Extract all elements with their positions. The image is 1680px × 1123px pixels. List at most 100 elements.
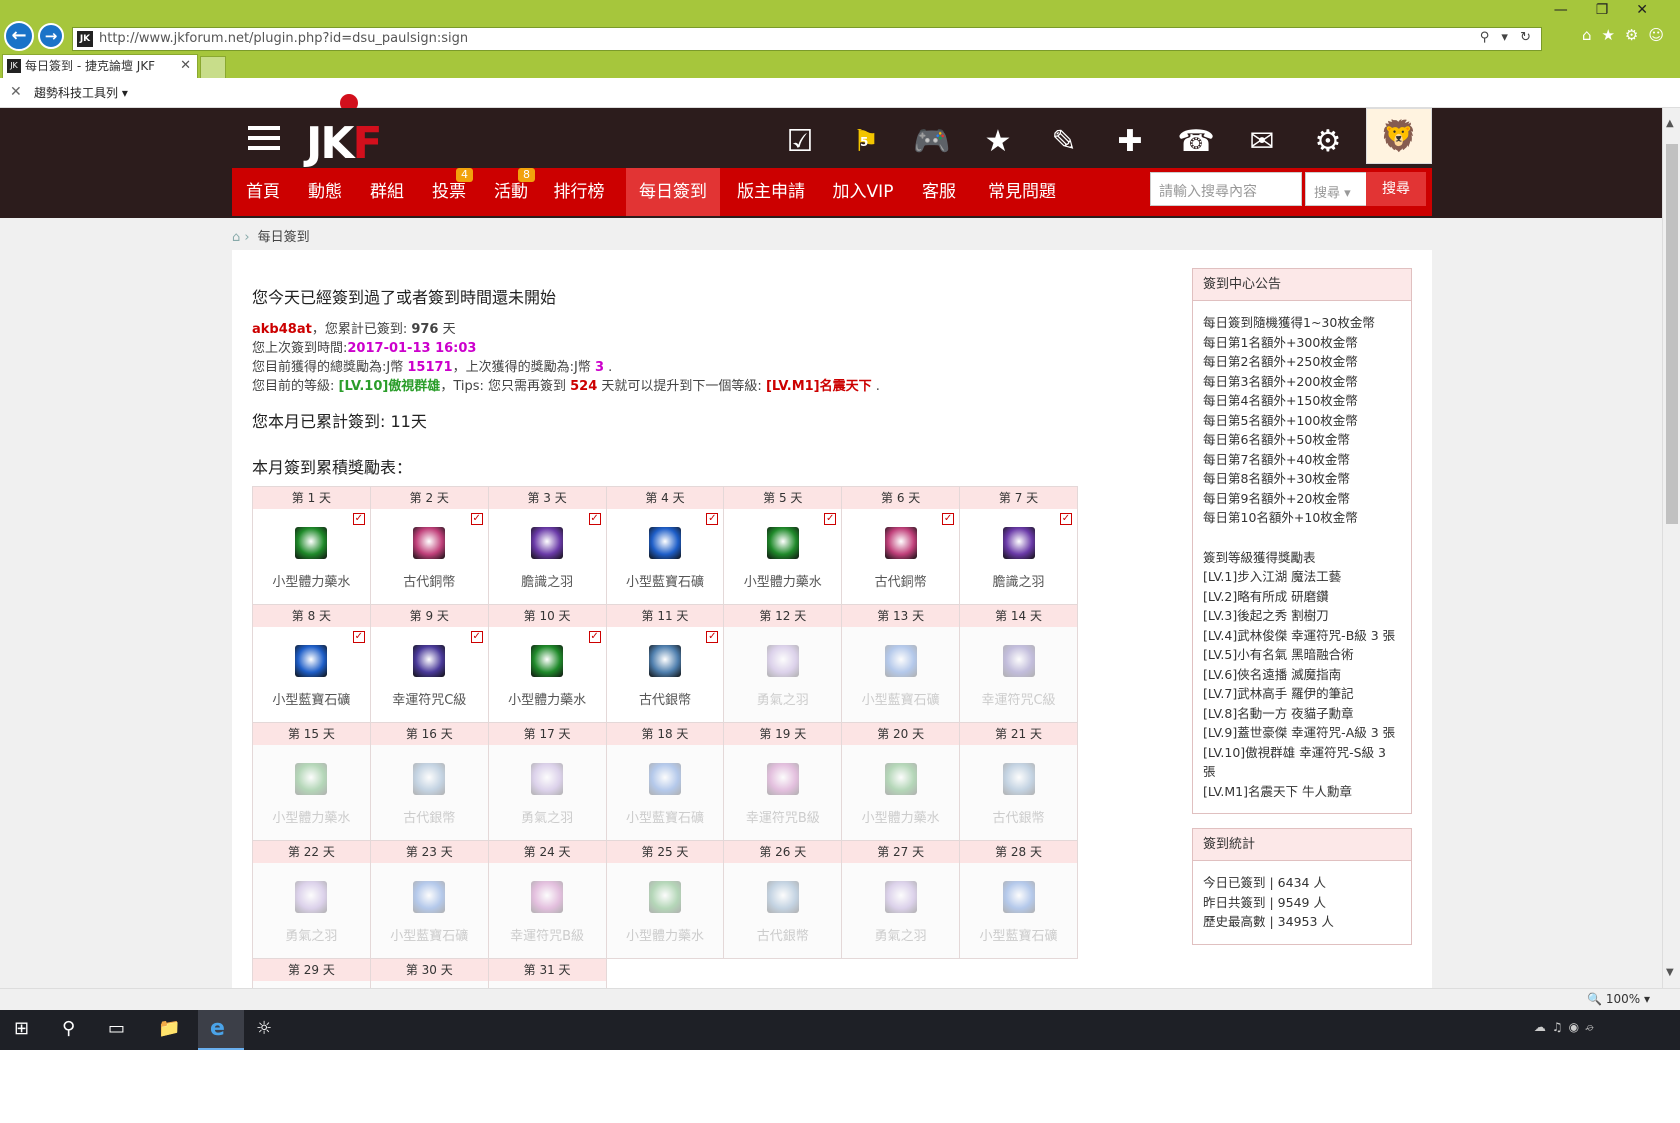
calendar-day: 第 18 天小型藍寶石礦 bbox=[605, 722, 725, 841]
notice-line: 每日簽到隨機獲得1~30枚金幣 bbox=[1203, 315, 1375, 330]
nav-groups[interactable]: 群組 bbox=[356, 168, 418, 216]
calendar-day-label: 第 27 天 bbox=[842, 841, 960, 863]
status-title: 您今天已經簽到過了或者簽到時間還未開始 bbox=[252, 288, 557, 307]
calendar-day-label: 第 29 天 bbox=[253, 959, 370, 981]
gear-icon[interactable]: ⚙ bbox=[1308, 122, 1348, 162]
calendar-day: 第 28 天小型藍寶石礦 bbox=[959, 840, 1078, 959]
add-friend-icon[interactable]: ✚ bbox=[1110, 122, 1150, 162]
nav-support[interactable]: 客服 bbox=[908, 168, 970, 216]
hamburger-menu-icon[interactable] bbox=[248, 126, 280, 152]
url-search-refresh-icon[interactable]: ⚲ ▾ ↻ bbox=[1480, 30, 1535, 45]
trend-micro-toolbar[interactable]: 趨勢科技工具列 ▾ bbox=[34, 84, 358, 112]
reward-item-icon bbox=[884, 881, 917, 913]
calendar-day: 第 22 天勇氣之羽 bbox=[252, 840, 371, 959]
reward-item-icon bbox=[766, 527, 799, 559]
level-reward-line: [LV.7]武林高手 羅伊的筆記 bbox=[1203, 686, 1354, 701]
flag-icon[interactable]: ⚑ 5 bbox=[846, 122, 886, 162]
bell-icon[interactable]: ☎ bbox=[1176, 122, 1216, 162]
home-star-gear-smile-icon[interactable]: ⌂★⚙☺ bbox=[1582, 26, 1674, 44]
reward-item-icon bbox=[1002, 527, 1035, 559]
reward-item-name: 勇氣之羽 bbox=[756, 693, 809, 708]
nav-vip[interactable]: 加入VIP bbox=[818, 168, 908, 216]
notice-line: 每日第4名額外+150枚金幣 bbox=[1203, 393, 1358, 408]
file-explorer-icon[interactable]: 📁 bbox=[158, 1018, 180, 1039]
checked-icon: ✓ bbox=[470, 513, 483, 525]
level-reward-line: [LV.8]名動一方 夜貓子勳章 bbox=[1203, 705, 1354, 721]
last-checkin-line: 您上次簽到時間:2017-01-13 16:03 bbox=[252, 341, 477, 356]
level-reward-line: [LV.6]俠名遠播 滅魔指南 bbox=[1203, 666, 1342, 682]
reward-item-icon bbox=[1002, 645, 1035, 677]
reward-item: 古代銀幣 bbox=[371, 763, 488, 826]
reward-item: 小型藍寶石礦 bbox=[842, 645, 959, 708]
app-taskbar-icon[interactable]: ☼ bbox=[256, 1018, 272, 1039]
calendar-day: 第 30 天 bbox=[369, 958, 489, 988]
new-tab-button[interactable] bbox=[200, 56, 226, 78]
calendar-day-label: 第 18 天 bbox=[606, 723, 724, 745]
home-icon[interactable]: ⌂ › bbox=[232, 230, 250, 245]
reward-item-name: 幸運符咒B級 bbox=[510, 929, 585, 944]
browser-address-bar: ← → JK http://www.jkforum.net/plugin.php… bbox=[0, 0, 1680, 52]
nav-daily-checkin[interactable]: 每日簽到 bbox=[626, 168, 720, 216]
calendar-day: 第 19 天幸運符咒B級 bbox=[723, 722, 843, 841]
nav-feed[interactable]: 動態 bbox=[294, 168, 356, 216]
stats-line: 今日已簽到 | 6434 人 bbox=[1203, 875, 1326, 890]
checkin-icon[interactable]: ☑ bbox=[780, 122, 820, 162]
url-field[interactable]: JK http://www.jkforum.net/plugin.php?id=… bbox=[72, 27, 1542, 51]
reward-item: 古代銅幣 bbox=[371, 527, 488, 590]
tab-close-icon[interactable]: ✕ bbox=[180, 55, 191, 77]
nav-moderator[interactable]: 版主申請 bbox=[726, 168, 816, 216]
tab-strip: JK 每日簽到 - 捷克論壇 JKF ✕ bbox=[0, 52, 1680, 78]
notice-line: 每日第2名額外+250枚金幣 bbox=[1203, 354, 1358, 369]
reward-item-icon bbox=[413, 763, 446, 795]
calendar-day-label: 第 22 天 bbox=[253, 841, 370, 863]
reward-item-icon bbox=[295, 527, 328, 559]
reward-item-name: 小型藍寶石礦 bbox=[625, 575, 704, 590]
nav-events[interactable]: 活動 8 bbox=[480, 168, 542, 216]
vertical-scrollbar[interactable]: ▲ ▼ bbox=[1662, 108, 1680, 988]
nav-faq[interactable]: 常見問題 bbox=[974, 168, 1070, 216]
stats-box: 簽到統計 今日已簽到 | 6434 人昨日共簽到 | 9549 人歷史最高數 |… bbox=[1192, 828, 1412, 945]
user-avatar[interactable]: 🦁 bbox=[1366, 108, 1432, 164]
windows-start-icon[interactable]: ⊞ bbox=[14, 1018, 29, 1039]
search-input[interactable]: 請輸入搜尋內容 bbox=[1150, 172, 1302, 206]
window-controls[interactable]: —❐✕ bbox=[1554, 2, 1676, 18]
scroll-thumb[interactable] bbox=[1666, 144, 1678, 524]
site-favicon-icon: JK bbox=[77, 31, 93, 47]
back-button[interactable]: ← bbox=[4, 21, 34, 51]
search-type-select[interactable]: 搜尋 ▾ bbox=[1305, 172, 1367, 206]
toolbar-close-icon[interactable]: ✕ bbox=[10, 84, 22, 100]
reward-item: 小型體力藥水 bbox=[253, 763, 370, 826]
star-icon[interactable]: ★ bbox=[978, 122, 1018, 162]
browser-tab[interactable]: JK 每日簽到 - 捷克論壇 JKF ✕ bbox=[2, 54, 198, 78]
ie-taskbar-button[interactable]: e bbox=[198, 1010, 244, 1050]
reward-item: 勇氣之羽 bbox=[489, 763, 606, 826]
calendar-day-label: 第 5 天 bbox=[724, 487, 842, 509]
gamepad-icon[interactable]: 🎮 bbox=[912, 122, 952, 162]
task-view-icon[interactable]: ▭ bbox=[108, 1018, 125, 1039]
calendar-day-label: 第 15 天 bbox=[253, 723, 370, 745]
mail-icon[interactable]: ✉ bbox=[1242, 122, 1282, 162]
checked-icon: ✓ bbox=[352, 513, 365, 525]
edit-icon[interactable]: ✎ bbox=[1044, 122, 1084, 162]
reward-item: 膽識之羽 bbox=[489, 527, 606, 590]
level-reward-line: [LV.4]武林俊傑 幸運符咒-B級 3 張 bbox=[1203, 627, 1396, 643]
checked-icon: ✓ bbox=[1060, 513, 1072, 525]
forward-button[interactable]: → bbox=[38, 23, 64, 49]
nav-vote[interactable]: 投票 4 bbox=[418, 168, 480, 216]
reward-item: 幸運符咒B級 bbox=[489, 881, 606, 944]
scroll-up-icon[interactable]: ▲ bbox=[1666, 118, 1674, 129]
scroll-down-icon[interactable]: ▼ bbox=[1666, 967, 1674, 978]
search-icon[interactable]: ⚲ bbox=[62, 1018, 75, 1039]
system-tray[interactable]: ☁♫◉⌮ bbox=[1534, 1020, 1600, 1035]
search-button[interactable]: 搜尋 bbox=[1366, 172, 1426, 206]
month-total: 您本月已累計簽到: 11天 bbox=[252, 412, 427, 431]
zoom-control[interactable]: 🔍 100% ▾ bbox=[1587, 992, 1650, 1006]
calendar-day-label: 第 4 天 bbox=[606, 487, 724, 509]
nav-home[interactable]: 首頁 bbox=[232, 168, 294, 216]
reward-item-name: 古代銅幣 bbox=[874, 575, 927, 590]
jkf-logo[interactable]: JKF bbox=[306, 118, 383, 169]
reward-item-icon bbox=[531, 527, 564, 559]
calendar-day-label: 第 20 天 bbox=[842, 723, 960, 745]
nav-ranking[interactable]: 排行榜 bbox=[542, 168, 616, 216]
reward-item: 小型藍寶石礦 bbox=[960, 881, 1077, 944]
